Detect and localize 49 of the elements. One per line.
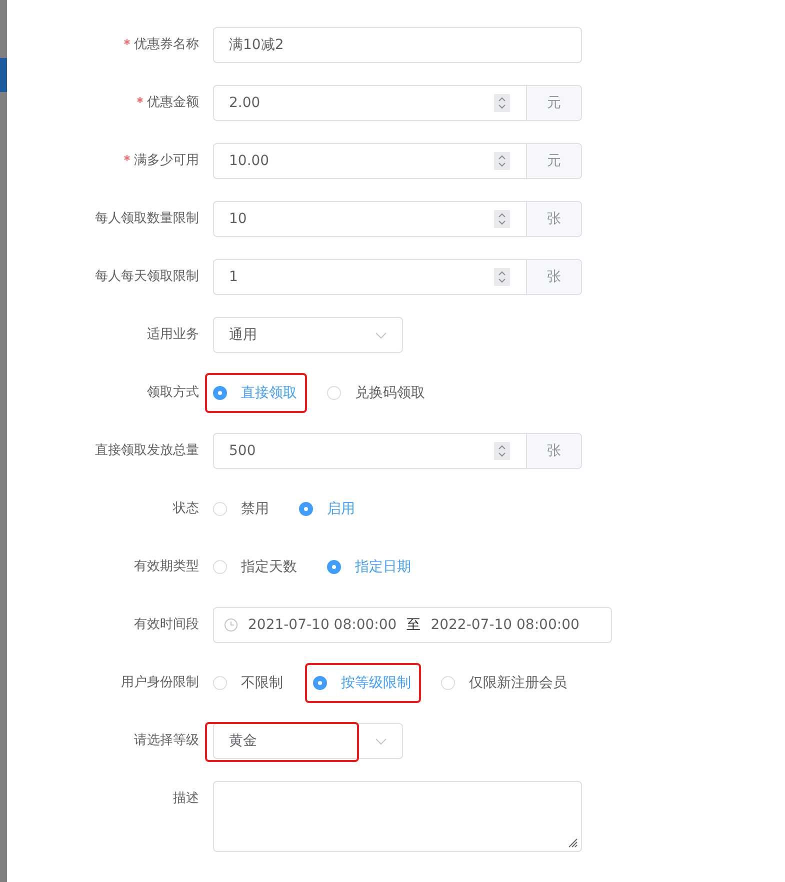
field-label: 有效期类型 [134,558,199,576]
number-input[interactable]: 500 张 [213,433,582,469]
radio-option[interactable]: 仅限新注册会员 [441,672,567,694]
text-input[interactable]: 满10减2 [213,27,582,63]
chevron-down-icon [375,738,387,744]
radio-option[interactable]: 禁用 [213,498,269,520]
field-label: 用户身份限制 [121,674,199,692]
field-label: 领取方式 [147,384,199,402]
resize-handle-icon [568,838,578,848]
spinner-icon[interactable] [494,268,510,286]
radio-option[interactable]: 兑换码领取 [327,382,425,404]
field-label: 有效时间段 [134,616,199,634]
unit-label: 元 [526,144,581,178]
radio-button[interactable] [213,386,227,400]
radio-option[interactable]: 不限制 [213,672,283,694]
field-label: 优惠金额 [147,94,199,112]
number-input[interactable]: 1 张 [213,259,582,295]
dropdown-select[interactable]: 通用 [213,317,403,353]
radio-button[interactable] [299,502,313,516]
dropdown-select[interactable]: 黄金 [213,723,403,759]
field-label: 描述 [173,790,199,808]
number-input[interactable]: 2.00 元 [213,85,582,121]
unit-label: 张 [526,202,581,236]
start-date: 2021-07-10 08:00:00 [248,616,397,634]
field-label: 适用业务 [147,326,199,344]
date-range-input[interactable]: 2021-07-10 08:00:00 至 2022-07-10 08:00:00 [213,607,612,643]
radio-button[interactable] [313,676,327,690]
spinner-icon[interactable] [494,94,510,112]
unit-label: 元 [526,86,581,120]
end-date: 2022-07-10 08:00:00 [430,616,580,634]
unit-label: 张 [526,260,581,294]
number-input[interactable]: 10 张 [213,201,582,237]
spinner-icon[interactable] [494,442,510,460]
field-label: 满多少可用 [134,152,199,170]
field-label: 请选择等级 [134,732,199,750]
field-label: 优惠券名称 [134,36,199,54]
field-label: 每人领取数量限制 [95,210,199,228]
clock-icon [224,618,238,632]
radio-option[interactable]: 指定天数 [213,556,297,578]
radio-button[interactable] [327,560,341,574]
spinner-icon[interactable] [494,152,510,170]
unit-label: 张 [526,434,581,468]
number-input[interactable]: 10.00 元 [213,143,582,179]
range-separator: 至 [406,616,421,634]
field-label: 每人每天领取限制 [95,268,199,286]
chevron-down-icon [375,332,387,338]
field-label: 状态 [173,500,199,518]
spinner-icon[interactable] [494,210,510,228]
field-label: 直接领取发放总量 [95,442,199,460]
